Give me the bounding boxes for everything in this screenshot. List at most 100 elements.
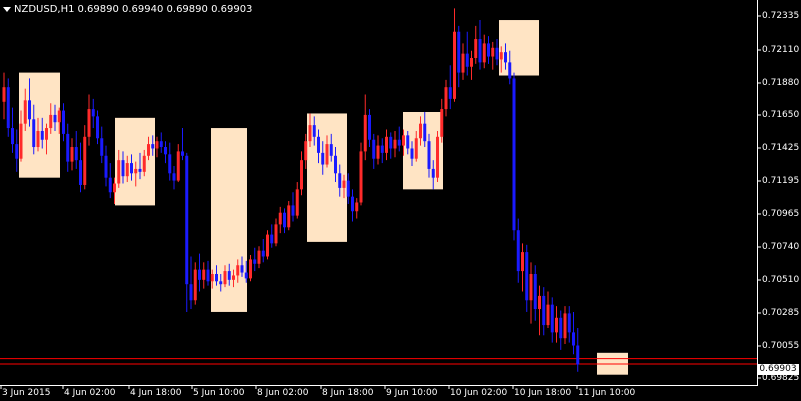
candle	[482, 34, 486, 69]
candle	[538, 285, 541, 336]
candle	[300, 151, 303, 196]
candle	[70, 138, 74, 171]
candle	[397, 126, 401, 152]
candle	[448, 65, 452, 110]
price-tick-label: 0.71650	[762, 110, 800, 120]
candle	[291, 192, 295, 222]
candle	[304, 133, 308, 169]
candle	[155, 136, 159, 158]
candle	[66, 123, 70, 172]
time-tick-label: 10 Jun 02:00	[450, 388, 508, 398]
price-tick-label: 0.72110	[762, 45, 800, 55]
time-tick-label: 11 Jun 10:00	[578, 388, 636, 398]
candle	[79, 142, 82, 193]
candle	[172, 166, 176, 190]
candle	[62, 103, 65, 142]
candle	[295, 182, 299, 219]
current-price-badge: 0.69903	[757, 364, 799, 375]
price-tick-label: 0.70965	[762, 209, 800, 219]
candle	[266, 230, 269, 260]
candle	[189, 256, 193, 310]
candle	[359, 142, 363, 206]
candle	[11, 107, 14, 153]
candle	[389, 132, 393, 159]
candle	[470, 50, 473, 80]
time-tick-label: 9 Jun 10:00	[386, 388, 438, 398]
candle	[380, 138, 384, 164]
price-tick-label: 0.72335	[762, 11, 800, 21]
candle	[176, 144, 180, 183]
price-tick-label: 0.70510	[762, 275, 800, 285]
price-tick-label: 0.71880	[762, 78, 800, 88]
candle	[444, 79, 448, 117]
candle	[198, 253, 201, 292]
symbol-header[interactable]: NZDUSD,H1 0.69890 0.69940 0.69890 0.6990…	[3, 2, 252, 16]
candle	[563, 306, 567, 345]
candle	[164, 141, 167, 164]
ohlc-quote: 0.69890 0.69940 0.69890 0.69903	[77, 3, 253, 15]
candle	[572, 311, 575, 355]
candle	[74, 130, 78, 169]
candle	[529, 262, 533, 324]
price-tick-label: 0.71425	[762, 143, 800, 153]
candle	[461, 43, 465, 80]
candle	[100, 126, 104, 164]
candle	[546, 291, 550, 328]
candle	[376, 135, 380, 165]
candle	[550, 297, 554, 343]
candle	[283, 208, 286, 234]
candlesticks	[2, 8, 580, 372]
chart-window[interactable]: NZDUSD,H1 0.69890 0.69940 0.69890 0.6990…	[0, 0, 801, 401]
candle	[436, 130, 439, 183]
highlight-zone	[115, 117, 155, 206]
candle	[393, 130, 397, 158]
candle	[270, 224, 274, 248]
time-tick-label: 8 Jun 18:00	[322, 388, 374, 398]
candle	[457, 25, 461, 88]
candle	[533, 265, 537, 321]
candle	[185, 152, 189, 312]
price-levels	[0, 358, 757, 365]
candle	[368, 109, 371, 148]
time-tick-label: 4 Jun 18:00	[130, 388, 182, 398]
price-tick-label: 0.71195	[762, 176, 800, 186]
candle	[542, 287, 546, 336]
candle	[253, 247, 257, 272]
price-tick-label: 0.70740	[762, 242, 800, 252]
dropdown-triangle-icon[interactable]	[3, 7, 11, 12]
candle	[15, 129, 19, 172]
candle	[249, 255, 252, 282]
candle	[2, 72, 6, 120]
candle	[555, 306, 558, 343]
candle	[351, 189, 354, 222]
candle	[478, 20, 482, 70]
candle	[87, 94, 91, 146]
candle	[567, 306, 571, 343]
candle	[159, 132, 163, 153]
time-tick-label: 8 Jun 02:00	[257, 388, 309, 398]
candle	[108, 163, 112, 199]
candle	[91, 98, 95, 129]
price-tick-label: 0.70055	[762, 341, 800, 351]
candle	[181, 128, 184, 161]
candle	[372, 133, 376, 169]
candle	[491, 41, 495, 70]
candle	[495, 39, 499, 66]
candle	[257, 246, 261, 269]
price-chart-plot[interactable]	[0, 0, 801, 401]
candle	[104, 145, 108, 187]
candle	[6, 78, 10, 137]
candle	[168, 142, 172, 181]
candle	[274, 218, 278, 247]
candle	[487, 36, 490, 64]
candle	[287, 201, 291, 231]
time-tick-label: 3 Jun 2015	[2, 388, 51, 398]
candle	[576, 328, 580, 372]
candle	[516, 218, 520, 283]
candle	[385, 129, 388, 161]
candle	[363, 94, 367, 161]
candle	[465, 31, 469, 76]
symbol-label: NZDUSD,H1	[14, 3, 75, 15]
candle	[278, 206, 282, 234]
candle	[355, 198, 359, 219]
